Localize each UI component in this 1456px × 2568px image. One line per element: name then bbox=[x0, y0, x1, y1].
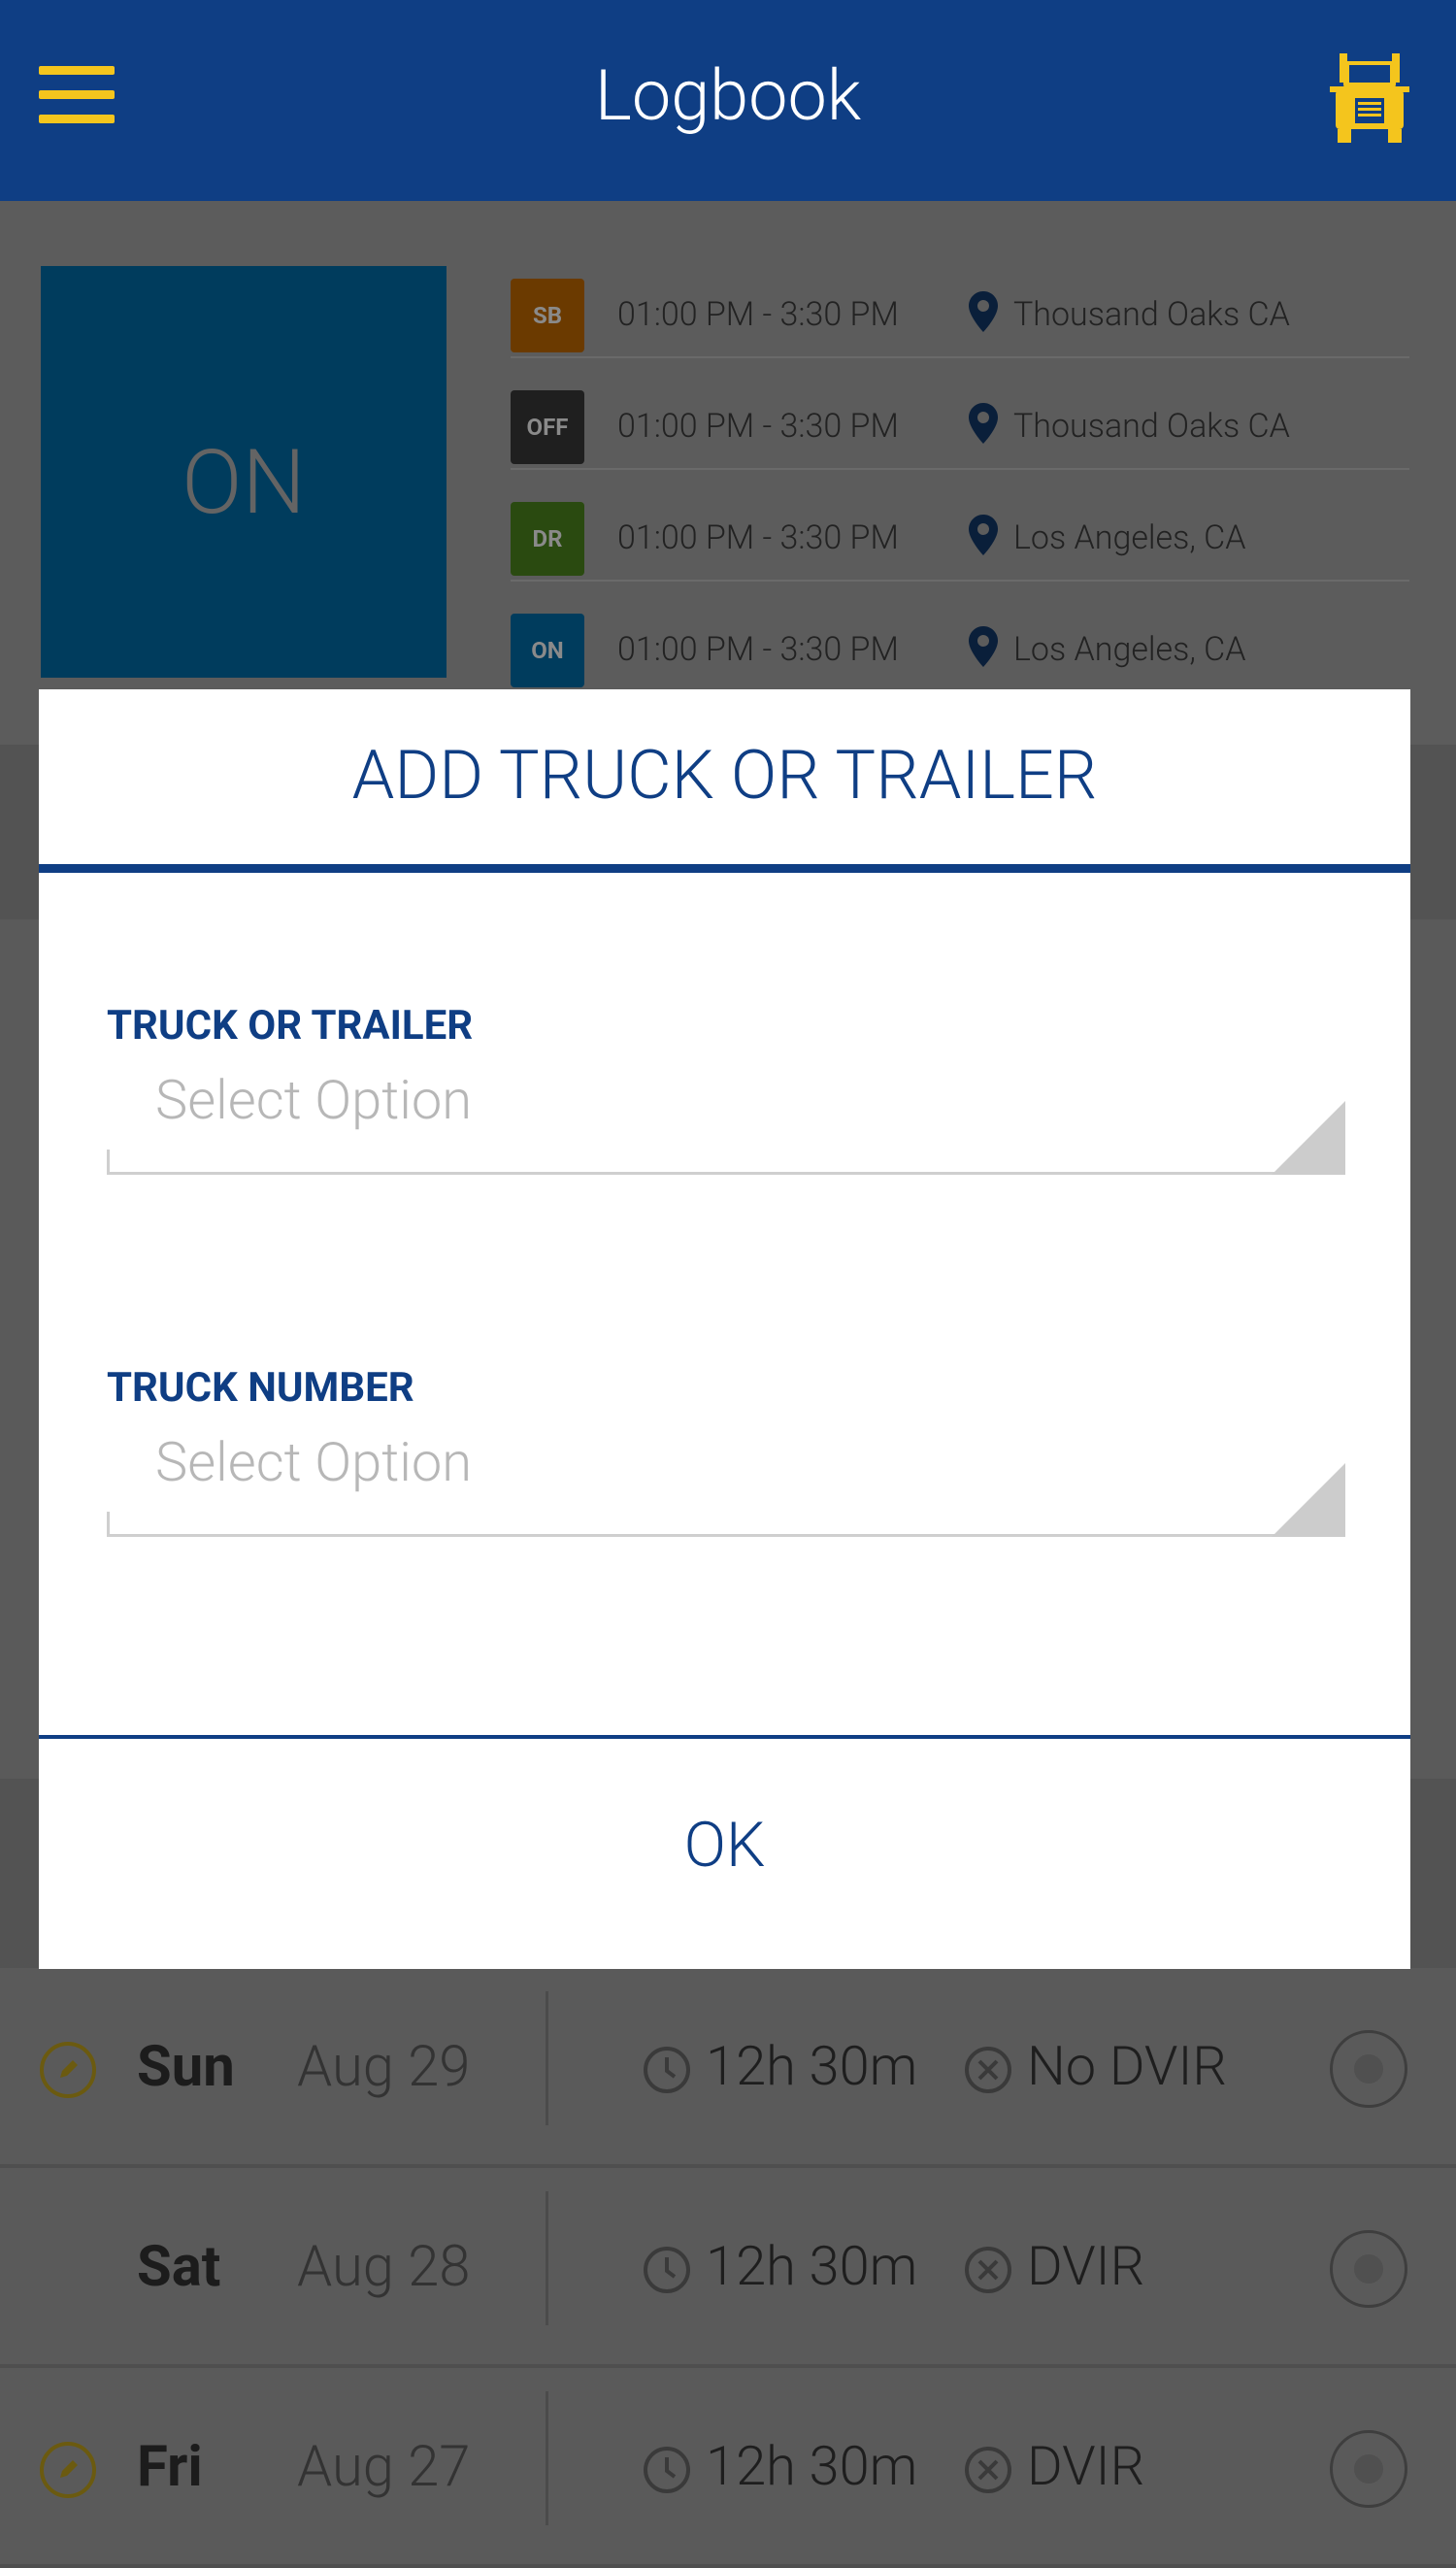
ok-button-label: OK bbox=[683, 1809, 766, 1882]
day-name: Sun bbox=[137, 2034, 235, 2100]
hours-worked: 12h 30m bbox=[706, 2234, 918, 2298]
dropdown-arrow-icon bbox=[1272, 1101, 1345, 1175]
edit-pencil-icon[interactable] bbox=[39, 2441, 97, 2499]
no-dvir-icon bbox=[965, 2047, 1011, 2093]
log-location: Thousand Oaks CA bbox=[1013, 295, 1290, 334]
day-date: Aug 27 bbox=[297, 2434, 471, 2500]
dvir-status: DVIR bbox=[1027, 2234, 1145, 2298]
log-location: Los Angeles, CA bbox=[1013, 630, 1246, 669]
dvir-status-icon bbox=[965, 2247, 1011, 2293]
log-entry: ON 01:00 PM - 3:30 PM Los Angeles, CA bbox=[511, 580, 1409, 691]
log-time: 01:00 PM - 3:30 PM bbox=[617, 518, 899, 557]
current-status-tile[interactable]: ON bbox=[41, 266, 447, 678]
location-pin-icon bbox=[969, 626, 998, 667]
location-pin-icon bbox=[969, 291, 998, 332]
log-location: Los Angeles, CA bbox=[1013, 518, 1246, 557]
dvir-status: DVIR bbox=[1027, 2434, 1145, 2498]
day-date: Aug 29 bbox=[297, 2034, 471, 2100]
row-select-radio[interactable] bbox=[1330, 2030, 1407, 2108]
hours-worked: 12h 30m bbox=[706, 2034, 918, 2098]
clock-icon bbox=[644, 2247, 690, 2293]
clock-icon bbox=[644, 2047, 690, 2093]
truck-number-label: TRUCK NUMBER bbox=[107, 1364, 414, 1412]
dvir-status-icon bbox=[965, 2447, 1011, 2493]
truck-icon[interactable] bbox=[1330, 53, 1409, 143]
day-row[interactable]: Sat Aug 28 12h 30m DVIR bbox=[0, 2168, 1456, 2368]
dropdown-arrow-icon bbox=[1272, 1463, 1345, 1537]
status-badge: SB bbox=[511, 279, 584, 352]
select-placeholder: Select Option bbox=[155, 1068, 472, 1132]
dvir-status: No DVIR bbox=[1027, 2034, 1227, 2098]
app-header: Logbook bbox=[0, 0, 1456, 201]
status-badge: ON bbox=[511, 614, 584, 687]
page-title: Logbook bbox=[594, 54, 862, 137]
log-time: 01:00 PM - 3:30 PM bbox=[617, 407, 899, 446]
status-badge: OFF bbox=[511, 390, 584, 464]
log-entry: SB 01:00 PM - 3:30 PM Thousand Oaks CA bbox=[511, 245, 1409, 358]
log-entry: DR 01:00 PM - 3:30 PM Los Angeles, CA bbox=[511, 468, 1409, 582]
divider bbox=[546, 2391, 548, 2525]
divider bbox=[546, 1991, 548, 2125]
log-location: Thousand Oaks CA bbox=[1013, 407, 1290, 446]
truck-number-select[interactable]: Select Option bbox=[107, 1420, 1345, 1537]
log-time: 01:00 PM - 3:30 PM bbox=[617, 295, 899, 334]
location-pin-icon bbox=[969, 515, 998, 555]
edit-pencil-icon[interactable] bbox=[39, 2041, 97, 2099]
day-row[interactable]: Fri Aug 27 12h 30m DVIR bbox=[0, 2368, 1456, 2568]
clock-icon bbox=[644, 2447, 690, 2493]
select-placeholder: Select Option bbox=[155, 1430, 472, 1494]
truck-or-trailer-select[interactable]: Select Option bbox=[107, 1058, 1345, 1175]
row-select-radio[interactable] bbox=[1330, 2430, 1407, 2508]
truck-or-trailer-label: TRUCK OR TRAILER bbox=[107, 1002, 474, 1050]
day-row[interactable]: Sun Aug 29 12h 30m No DVIR bbox=[0, 1968, 1456, 2168]
day-name: Sat bbox=[137, 2234, 221, 2300]
location-pin-icon bbox=[969, 403, 998, 444]
current-status-label: ON bbox=[182, 431, 306, 535]
log-entry: OFF 01:00 PM - 3:30 PM Thousand Oaks CA bbox=[511, 356, 1409, 470]
hours-worked: 12h 30m bbox=[706, 2434, 918, 2498]
day-name: Fri bbox=[137, 2434, 203, 2500]
title-divider bbox=[39, 864, 1410, 873]
day-date: Aug 28 bbox=[297, 2234, 471, 2300]
add-truck-dialog: ADD TRUCK OR TRAILER TRUCK OR TRAILER Se… bbox=[39, 689, 1410, 1969]
log-summary: ON SB 01:00 PM - 3:30 PM Thousand Oaks C… bbox=[0, 201, 1456, 745]
divider bbox=[546, 2191, 548, 2325]
row-select-radio[interactable] bbox=[1330, 2230, 1407, 2308]
dialog-title: ADD TRUCK OR TRAILER bbox=[351, 736, 1098, 816]
ok-button[interactable]: OK bbox=[39, 1739, 1410, 1969]
status-badge: DR bbox=[511, 502, 584, 576]
log-time: 01:00 PM - 3:30 PM bbox=[617, 630, 899, 669]
